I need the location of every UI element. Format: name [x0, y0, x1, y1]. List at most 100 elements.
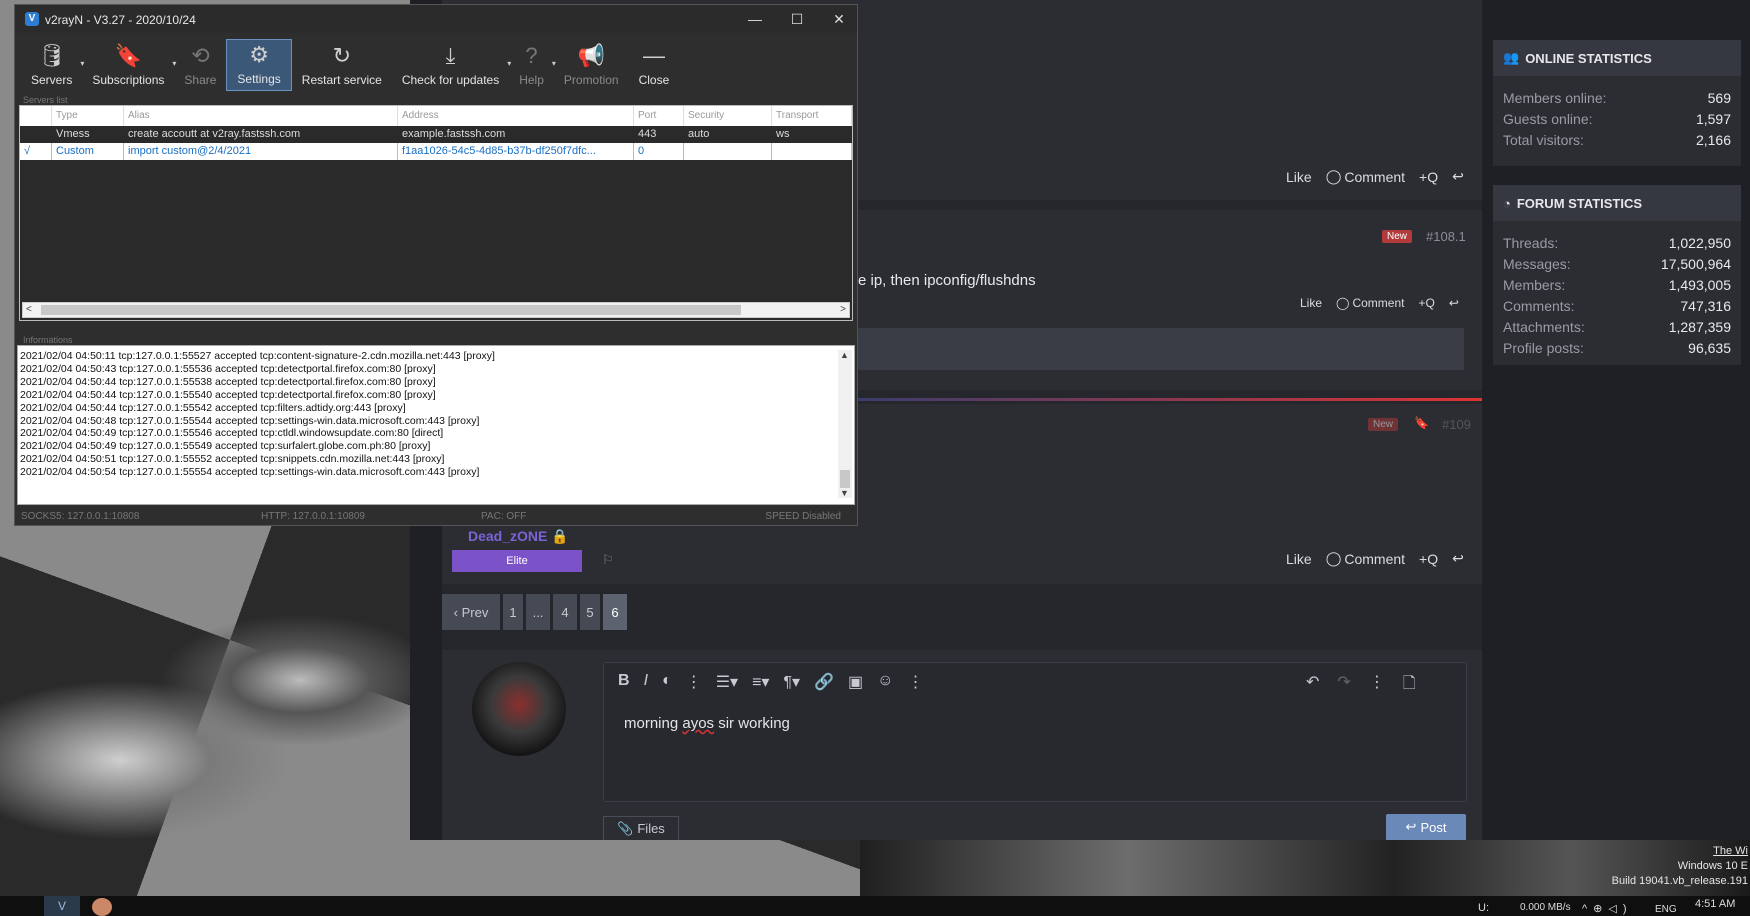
- quote-button[interactable]: +Q: [1418, 296, 1434, 310]
- column-check[interactable]: [20, 106, 52, 126]
- column-header[interactable]: Transport: [772, 106, 852, 126]
- comment-button[interactable]: ◯ Comment: [1326, 168, 1405, 185]
- username-link[interactable]: Dead_zONE 🔒: [468, 528, 569, 545]
- gear-icon: ⚙: [249, 42, 269, 67]
- close-window-button[interactable]: ✕: [821, 9, 857, 29]
- bookmark-icon: 🔖: [114, 43, 143, 68]
- post-number[interactable]: #109: [1442, 417, 1471, 432]
- align-icon[interactable]: ≡▾: [752, 672, 769, 692]
- column-header[interactable]: Port: [634, 106, 684, 126]
- log-panel[interactable]: 2021/02/04 04:50:11 tcp:127.0.0.1:55527 …: [17, 345, 855, 505]
- image-icon[interactable]: ▣: [848, 672, 863, 692]
- more-icon[interactable]: ⋮: [1369, 672, 1385, 699]
- reply-icon[interactable]: ↩: [1452, 550, 1464, 567]
- comment-button[interactable]: ◯ Comment: [1326, 550, 1405, 567]
- reply-icon[interactable]: ↩: [1449, 296, 1459, 310]
- preview-icon[interactable]: 🗋: [1403, 672, 1416, 699]
- lock-icon: 🔒: [551, 528, 569, 544]
- tool-label: Restart service: [301, 73, 382, 87]
- help-button[interactable]: ? Help ▾: [509, 39, 556, 91]
- servers-button[interactable]: 🛢 Servers ▾: [21, 39, 84, 91]
- log-line: 2021/02/04 04:50:44 tcp:127.0.0.1:55542 …: [20, 401, 406, 414]
- close-button[interactable]: — Close: [629, 39, 680, 91]
- log-line: 2021/02/04 04:50:49 tcp:127.0.0.1:55549 …: [20, 440, 431, 453]
- list-icon[interactable]: ☰▾: [716, 672, 738, 692]
- minimize-button[interactable]: —: [737, 9, 773, 29]
- scroll-down-icon[interactable]: ▼: [840, 488, 849, 498]
- card-title: ONLINE STATISTICS: [1525, 50, 1652, 66]
- column-header[interactable]: Address: [398, 106, 634, 126]
- scroll-left-icon[interactable]: <: [26, 303, 32, 317]
- subscriptions-button[interactable]: 🔖 Subscriptions ▾: [82, 39, 176, 91]
- share-button[interactable]: ⟲ Share: [174, 39, 226, 91]
- comment-button[interactable]: ◯ Comment: [1336, 296, 1404, 310]
- post-number[interactable]: #108.1: [1426, 229, 1466, 244]
- page-link[interactable]: 1: [503, 594, 523, 630]
- help-icon: ?: [525, 43, 538, 68]
- servers-list[interactable]: Type Alias Address Port Security Transpo…: [19, 105, 853, 321]
- post-actions: Like ◯ Comment +Q ↩: [1286, 168, 1464, 185]
- horizontal-scrollbar[interactable]: < >: [22, 302, 850, 318]
- more-icon[interactable]: ⋮: [907, 672, 923, 692]
- taskbar-app-icon[interactable]: [92, 898, 112, 916]
- column-header[interactable]: Type: [52, 106, 124, 126]
- megaphone-icon: 📢: [577, 43, 605, 68]
- scroll-right-icon[interactable]: >: [840, 303, 846, 317]
- column-header[interactable]: Alias: [124, 106, 398, 126]
- editor-content[interactable]: morning ayos sir working: [624, 715, 790, 732]
- bookmark-icon[interactable]: 🔖: [1414, 416, 1429, 430]
- attach-files-button[interactable]: 📎 Files: [603, 816, 679, 840]
- watermark-line: The Wi: [1713, 845, 1748, 857]
- taskbar-v2rayn-icon[interactable]: V: [44, 896, 80, 916]
- post-reply-button[interactable]: ↩ Post: [1386, 814, 1466, 840]
- title-bar[interactable]: V v2rayN - V3.27 - 2020/10/24 — ☐ ✕: [15, 5, 857, 33]
- scrollbar-thumb[interactable]: [41, 305, 741, 315]
- promotion-button[interactable]: 📢 Promotion: [554, 39, 629, 91]
- language-indicator[interactable]: ENG: [1655, 904, 1677, 915]
- restart-service-button[interactable]: ↻ Restart service: [292, 39, 392, 91]
- column-header[interactable]: Security: [684, 106, 772, 126]
- users-icon: 👥: [1503, 50, 1520, 65]
- prev-page-button[interactable]: ‹ Prev: [442, 594, 500, 630]
- log-text: 2021/02/04 04:50:11 tcp:127.0.0.1:55527 …: [20, 350, 830, 479]
- emoji-icon[interactable]: ☺: [877, 672, 893, 692]
- undo-icon[interactable]: ↶: [1306, 672, 1319, 699]
- maximize-button[interactable]: ☐: [779, 9, 815, 29]
- like-button[interactable]: Like: [1286, 169, 1312, 185]
- speed-status: SPEED Disabled: [765, 510, 841, 522]
- bold-icon[interactable]: B: [618, 672, 630, 692]
- system-tray-icons[interactable]: ^⊕◁): [1582, 902, 1633, 915]
- http-status: HTTP: 127.0.0.1:10809: [261, 510, 365, 522]
- page-link[interactable]: 5: [580, 594, 600, 630]
- stat-label: Guests online:: [1503, 110, 1593, 127]
- log-line: 2021/02/04 04:50:49 tcp:127.0.0.1:55546 …: [20, 427, 444, 440]
- quote-button[interactable]: +Q: [1419, 169, 1438, 185]
- like-button[interactable]: Like: [1286, 551, 1312, 567]
- stat-label: Comments:: [1503, 297, 1575, 314]
- table-row-selected[interactable]: √ Custom import custom@2/4/2021 f1aa1026…: [20, 143, 852, 160]
- more-icon[interactable]: ⋮: [686, 672, 702, 692]
- watermark-line: Build 19041.vb_release.191: [1611, 875, 1748, 887]
- clock[interactable]: 4:51 AM: [1695, 898, 1735, 910]
- table-row[interactable]: Vmess create accoutt at v2ray.fastssh.co…: [20, 126, 852, 143]
- palette-icon[interactable]: ◐: [662, 672, 672, 692]
- scrollbar-thumb[interactable]: [840, 470, 850, 488]
- check-updates-button[interactable]: ⤓ Check for updates ▾: [392, 39, 511, 91]
- italic-icon[interactable]: I: [644, 672, 648, 692]
- scroll-up-icon[interactable]: ▲: [840, 350, 849, 360]
- vertical-scrollbar[interactable]: ▲ ▼: [838, 350, 852, 498]
- tool-label: Close: [638, 73, 670, 87]
- report-flag-icon[interactable]: ⚐: [602, 552, 614, 568]
- page-link[interactable]: 4: [553, 594, 577, 630]
- log-line: 2021/02/04 04:50:54 tcp:127.0.0.1:55554 …: [20, 466, 480, 479]
- post-label: Post: [1420, 819, 1447, 835]
- quote-button[interactable]: +Q: [1419, 551, 1438, 567]
- page-ellipsis[interactable]: ...: [526, 594, 550, 630]
- reply-icon[interactable]: ↩: [1452, 168, 1464, 185]
- link-icon[interactable]: 🔗: [814, 672, 834, 692]
- redo-icon[interactable]: ↷: [1337, 672, 1350, 699]
- paragraph-icon[interactable]: ¶▾: [783, 672, 800, 692]
- current-page[interactable]: 6: [603, 594, 627, 630]
- settings-button[interactable]: ⚙ Settings: [226, 39, 292, 91]
- like-button[interactable]: Like: [1300, 296, 1322, 310]
